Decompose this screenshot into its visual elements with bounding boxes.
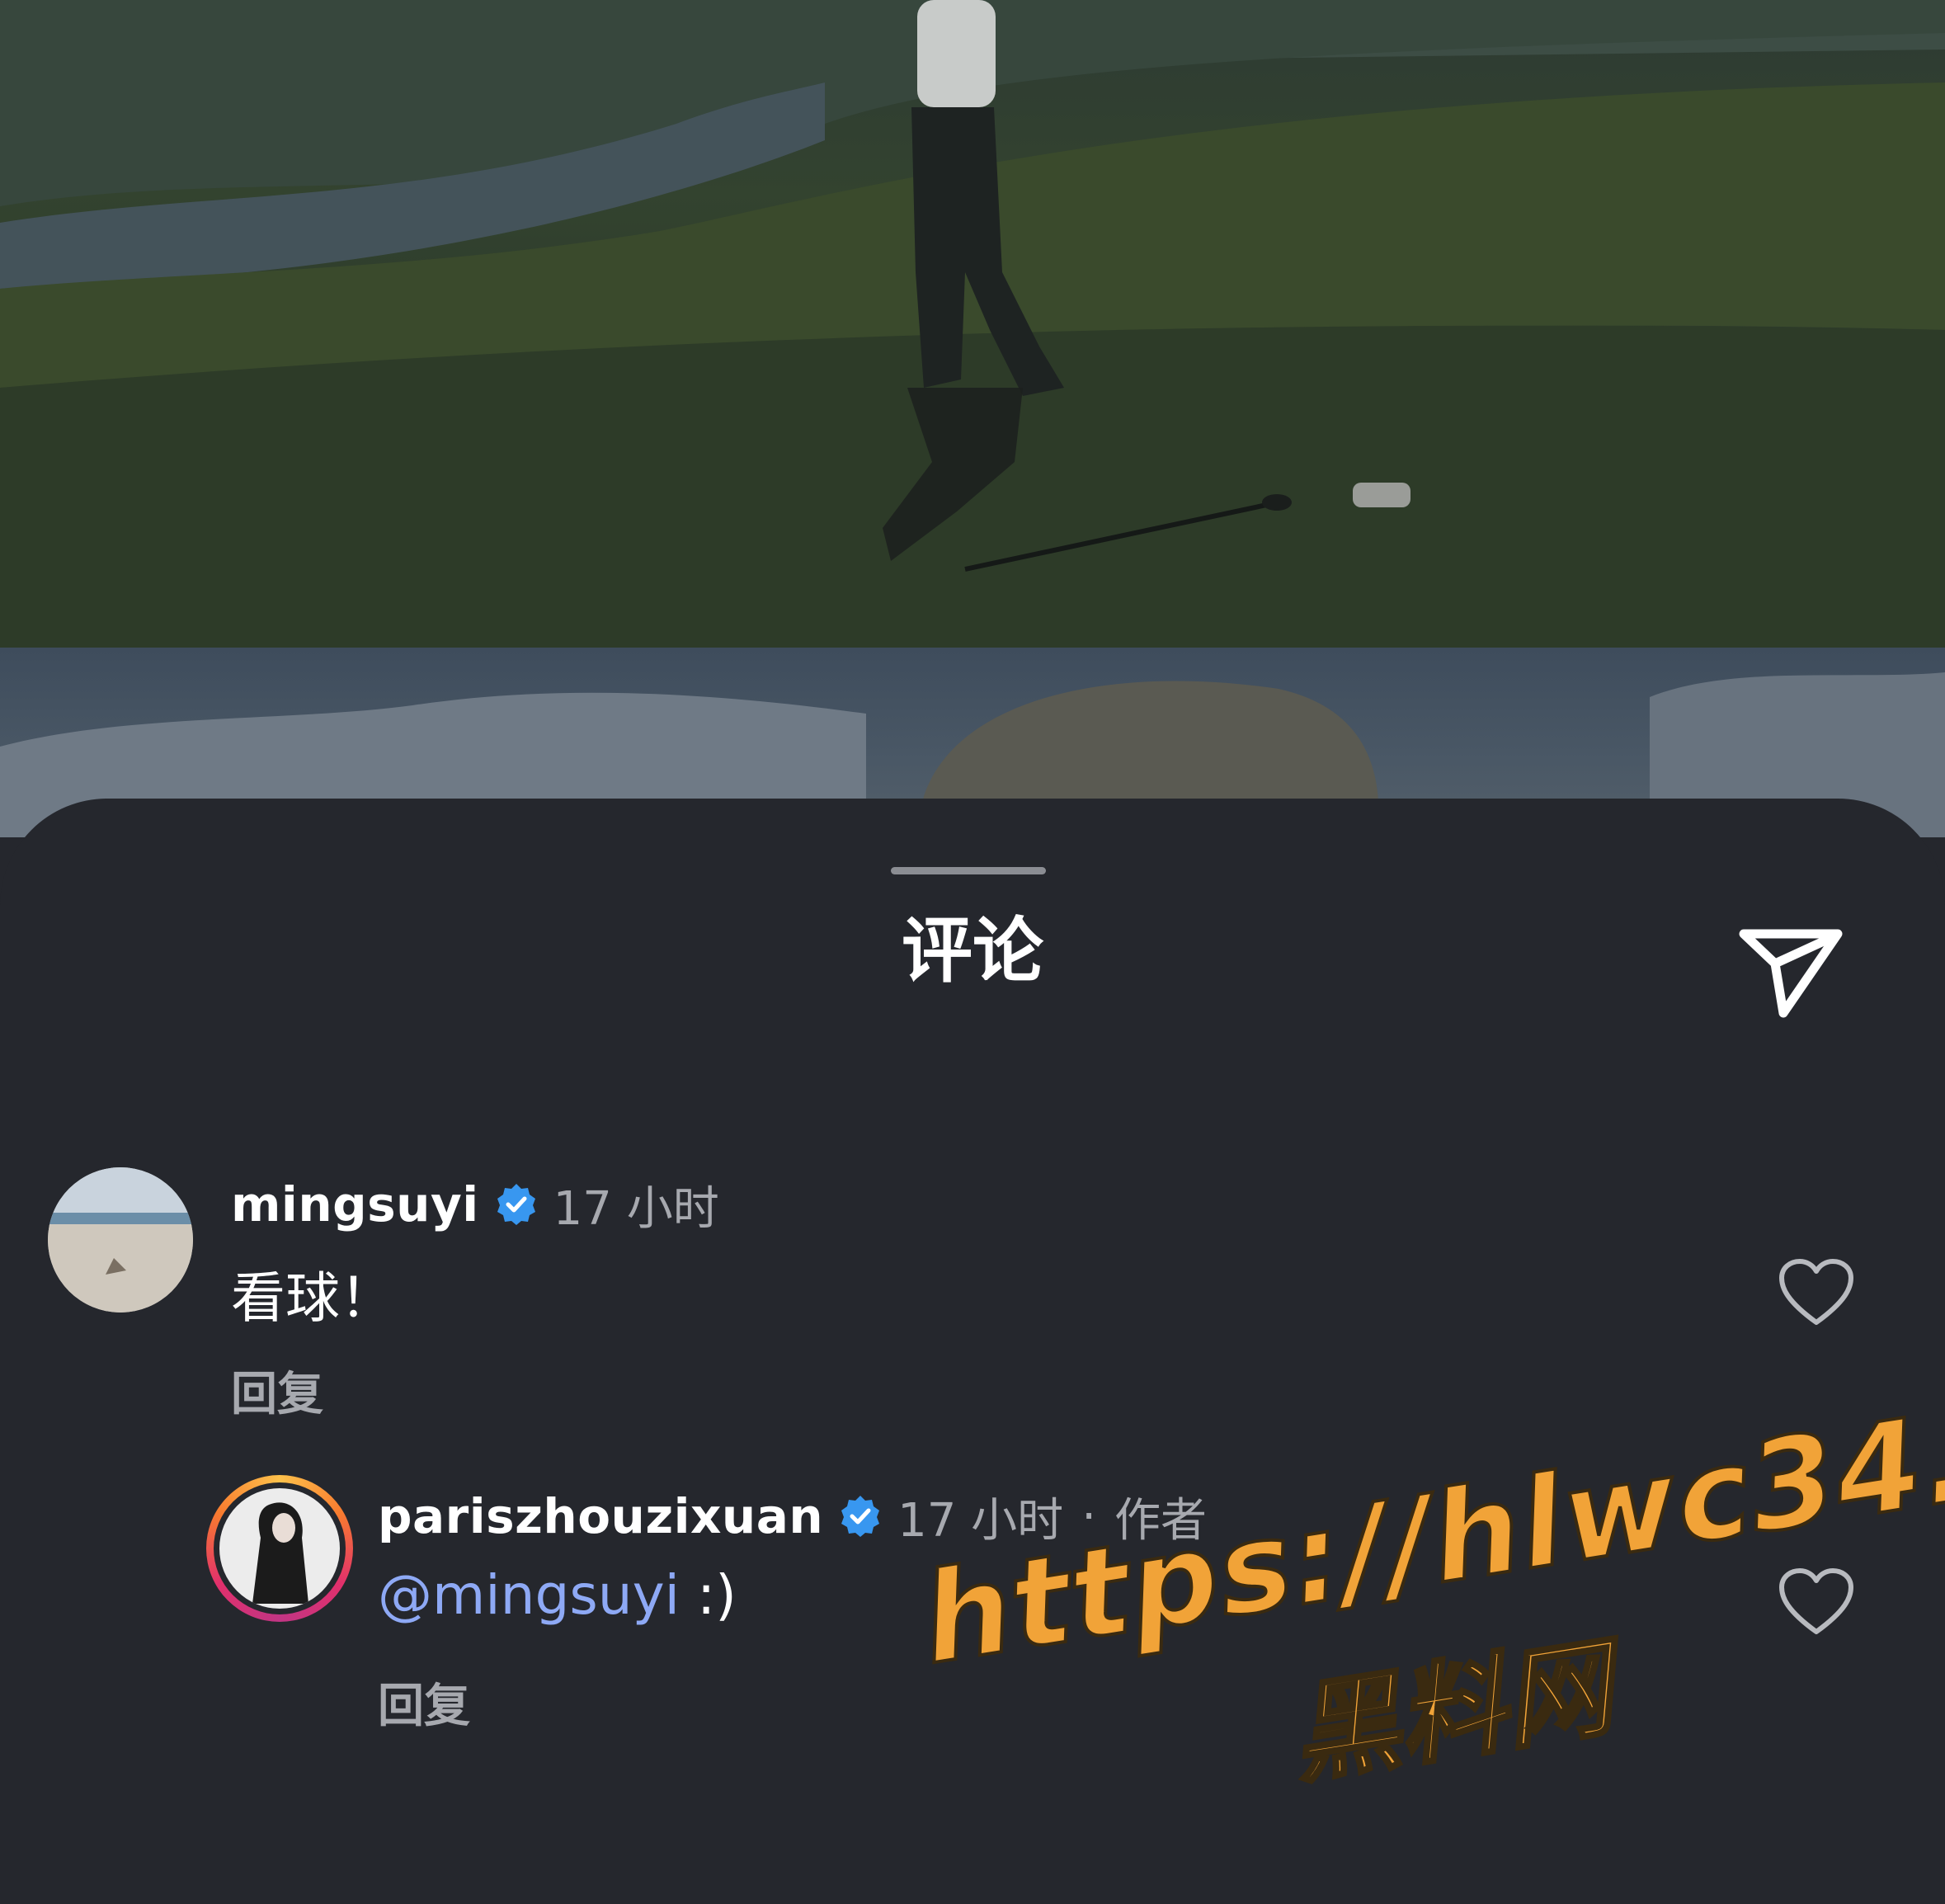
- mention-link[interactable]: @mingsuyi: [378, 1563, 680, 1627]
- verified-badge-icon: [841, 1496, 880, 1537]
- reply-text-body: :): [679, 1563, 737, 1627]
- comment-meta: mingsuyi 17 小时: [231, 1171, 719, 1237]
- reply-time: 17 小时: [897, 1493, 1064, 1548]
- heart-outline-icon[interactable]: [1778, 1258, 1854, 1327]
- comment-time: 17 小时: [553, 1181, 719, 1236]
- meta-separator: ·: [1081, 1489, 1096, 1543]
- reply-button[interactable]: 回复: [378, 1669, 470, 1736]
- comment-text: 看球！: [231, 1266, 394, 1330]
- beach-photo-avatar[interactable]: [48, 1167, 193, 1313]
- drag-handle[interactable]: [891, 867, 1046, 874]
- author-tag: 作者: [1114, 1493, 1207, 1548]
- share-send-icon[interactable]: [1737, 922, 1844, 1021]
- comment-username[interactable]: mingsuyi: [231, 1176, 479, 1232]
- reply-text: @mingsuyi :): [378, 1563, 737, 1627]
- verified-badge-icon: [497, 1184, 535, 1225]
- reply-meta: pariszhouzixuan 17 小时 · 作者: [378, 1483, 1207, 1549]
- post-photo-golf: [0, 0, 1945, 648]
- story-ring-avatar[interactable]: [206, 1475, 353, 1622]
- reply-item: pariszhouzixuan 17 小时 · 作者 @mingsuyi :) …: [0, 1468, 1945, 1733]
- reply-button[interactable]: 回复: [231, 1357, 323, 1424]
- heart-outline-icon[interactable]: [1778, 1567, 1854, 1637]
- comment-item: mingsuyi 17 小时 看球！ 回复: [0, 1155, 1945, 1421]
- reply-username[interactable]: pariszhouzixuan: [378, 1488, 823, 1544]
- golf-course-illustration: [0, 0, 1945, 648]
- sheet-title: 评论: [902, 910, 1043, 992]
